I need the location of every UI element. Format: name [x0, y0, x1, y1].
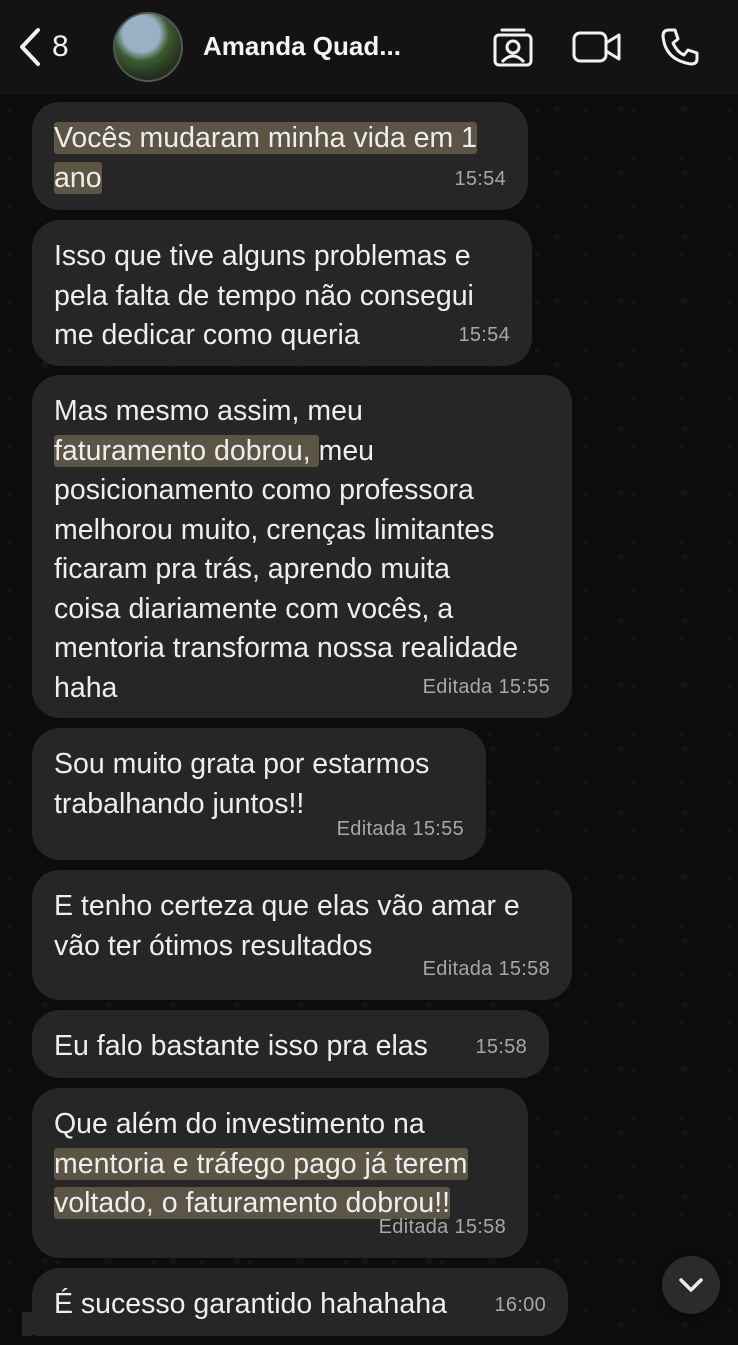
message-bubble[interactable]: Isso que tive alguns problemas e pela fa… [32, 220, 532, 366]
unread-count: 8 [52, 29, 69, 63]
message-text: Eu falo bastante isso pra elas [54, 1030, 428, 1062]
phone-call-icon[interactable] [660, 27, 700, 67]
message-time: 15:58 [475, 1035, 527, 1058]
highlighted-text: mentoria e tráfego pago já terem [54, 1147, 468, 1180]
scroll-to-bottom-button[interactable] [662, 1256, 720, 1314]
message-text: Mas mesmo assim, meu [54, 395, 363, 427]
message-time: 15:54 [454, 167, 506, 190]
highlighted-text: ano [54, 161, 102, 194]
message-bubble[interactable]: E tenho certeza que elas vão amar e vão … [32, 870, 572, 1000]
message-time: Editada 15:58 [378, 1215, 506, 1238]
message-bubble[interactable]: Que além do investimento na mentoria e t… [32, 1088, 528, 1258]
chevron-down-icon [678, 1277, 704, 1293]
back-button[interactable]: 8 [18, 27, 113, 67]
message-bubble[interactable]: Mas mesmo assim, meu faturamento dobrou,… [32, 375, 572, 718]
avatar[interactable] [113, 11, 183, 82]
message-bubble[interactable]: Vocês mudaram minha vida em 1 ano 15:54 [32, 102, 528, 210]
contact-card-icon[interactable] [492, 26, 534, 68]
message-time: Editada 15:58 [422, 957, 550, 980]
message-text: meu posicionamento como professora melho… [54, 434, 519, 704]
message-time: 16:00 [494, 1293, 546, 1316]
highlighted-text: faturamento dobrou, [54, 434, 319, 467]
message-bubble[interactable]: Sou muito grata por estarmos trabalhando… [32, 728, 486, 860]
highlighted-text: Vocês mudaram minha vida em 1 [54, 122, 477, 154]
chevron-left-icon [18, 27, 42, 67]
message-bubble[interactable]: Eu falo bastante isso pra elas 15:58 [32, 1010, 549, 1078]
contact-name[interactable]: Amanda Quad... [203, 31, 492, 62]
video-call-icon[interactable] [572, 30, 622, 64]
message-time: 15:54 [458, 323, 510, 346]
message-bubble[interactable]: É sucesso garantido hahahaha 16:00 [22, 1268, 568, 1336]
message-time: Editada 15:55 [336, 817, 464, 840]
bubble-tail [22, 1312, 46, 1336]
message-list[interactable]: Vocês mudaram minha vida em 1 ano 15:54 I… [0, 94, 738, 1345]
message-text: É sucesso garantido hahahaha [54, 1288, 447, 1320]
message-text: Isso que tive alguns problemas e pela fa… [54, 240, 474, 351]
chat-header: 8 Amanda Quad... [0, 0, 738, 94]
message-time: Editada 15:55 [422, 675, 550, 698]
message-text: Que além do investimento na [54, 1108, 425, 1140]
